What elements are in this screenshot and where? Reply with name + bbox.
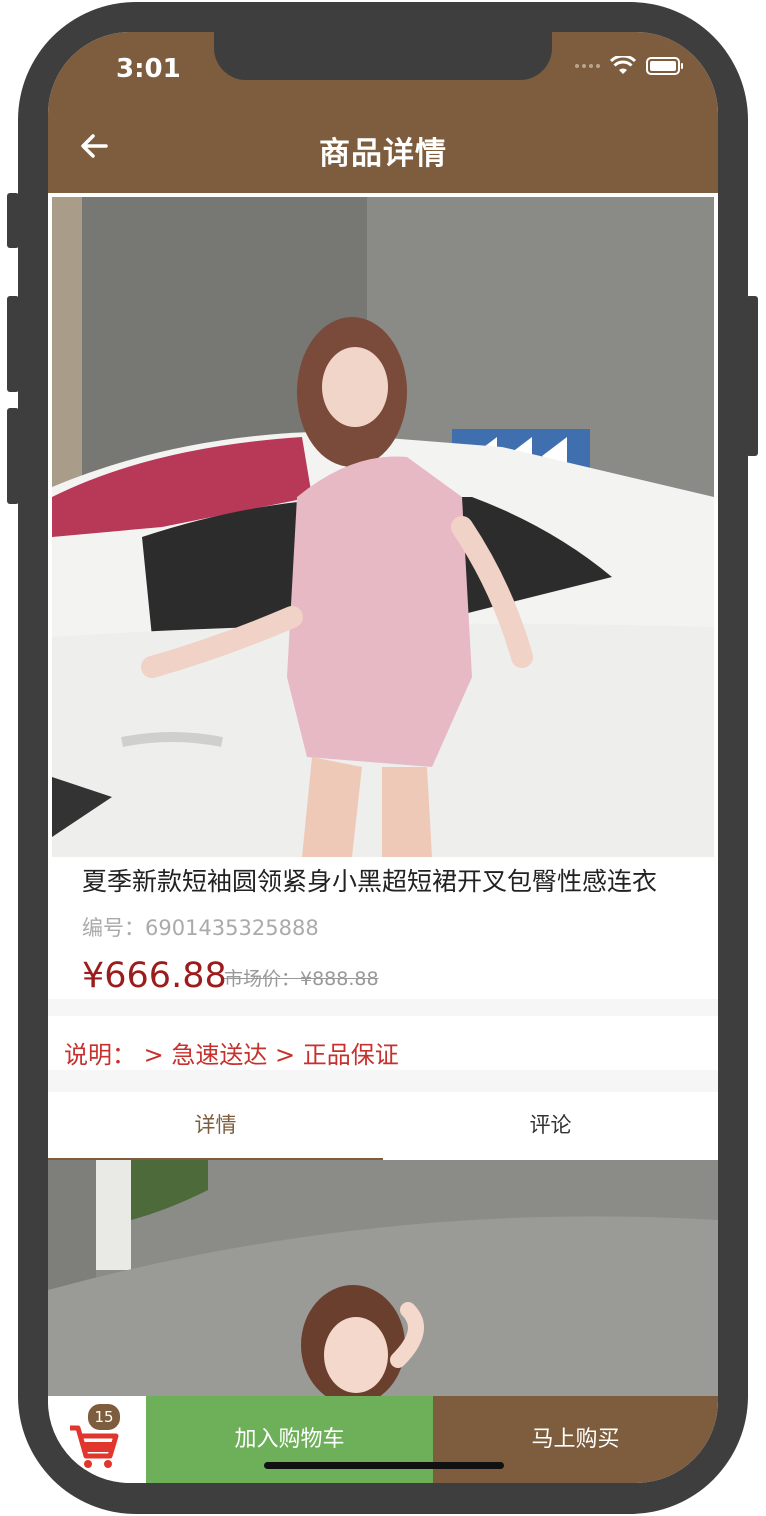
cart-count-badge: 15 xyxy=(86,1402,122,1432)
product-main-image xyxy=(52,197,714,857)
mute-switch xyxy=(7,193,19,248)
status-icons xyxy=(575,56,684,76)
power-button xyxy=(746,296,758,456)
bottom-action-bar: 15 加入购物车 马上购买 xyxy=(48,1396,718,1483)
add-to-cart-button[interactable]: 加入购物车 xyxy=(146,1396,433,1483)
status-time: 3:01 xyxy=(116,54,181,84)
signal-icon xyxy=(575,64,600,68)
product-price: ¥666.88 xyxy=(82,956,227,996)
nav-header: 3:01 商品详情 xyxy=(48,32,718,193)
tab-details[interactable]: 详情 xyxy=(48,1092,383,1160)
wifi-icon xyxy=(610,56,636,74)
section-divider xyxy=(48,1070,718,1092)
section-divider xyxy=(48,999,718,1016)
screen: 3:01 商品详情 夏季新款短袖圆领紧身小黑超短裙开叉包臀性感连衣 编号：690… xyxy=(48,32,718,1483)
product-description: 说明： > 急速送达 > 正品保证 xyxy=(64,1041,399,1069)
battery-icon xyxy=(646,57,683,75)
notch xyxy=(214,32,552,80)
volume-down-button xyxy=(7,408,19,504)
tab-reviews[interactable]: 评论 xyxy=(383,1092,718,1160)
detail-tabs: 详情 评论 xyxy=(48,1092,718,1160)
volume-up-button xyxy=(7,296,19,392)
page-title: 商品详情 xyxy=(319,136,447,172)
buy-now-button[interactable]: 马上购买 xyxy=(433,1396,718,1483)
product-title: 夏季新款短袖圆领紧身小黑超短裙开叉包臀性感连衣 xyxy=(82,867,658,896)
market-price: 市场价：¥888.88 xyxy=(224,968,379,990)
product-detail-image xyxy=(48,1160,718,1400)
home-indicator[interactable] xyxy=(264,1462,504,1469)
product-code: 编号：6901435325888 xyxy=(82,916,319,940)
cart-button[interactable]: 15 xyxy=(48,1396,146,1483)
